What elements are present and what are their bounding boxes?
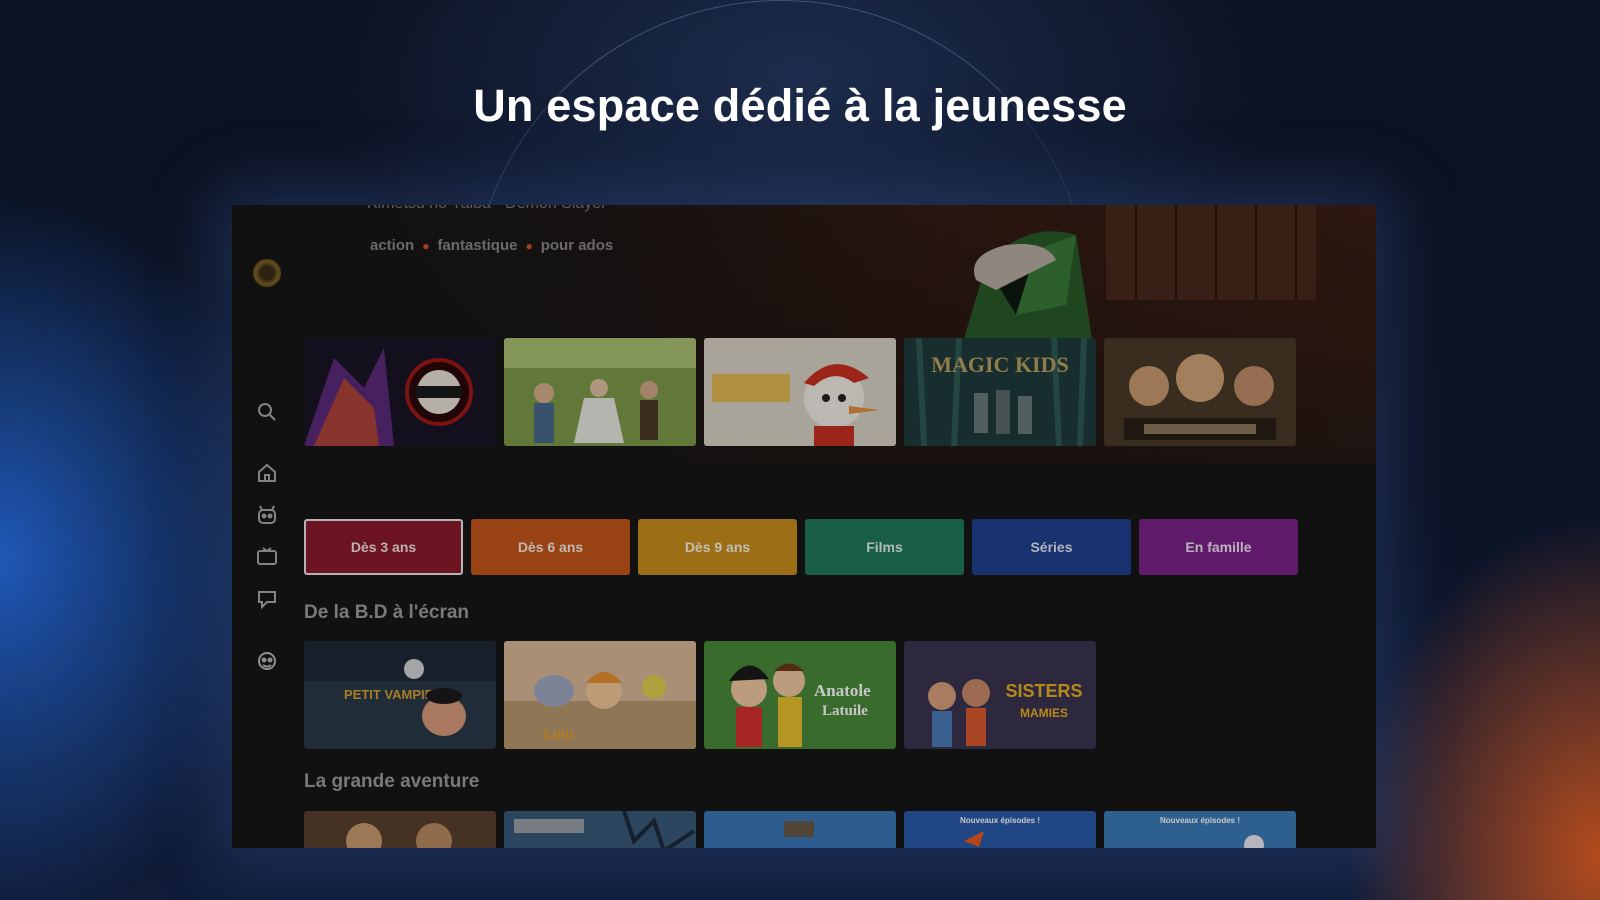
content-thumbnail[interactable]: [504, 811, 696, 848]
profile-avatar[interactable]: [253, 259, 281, 287]
home-icon[interactable]: [255, 461, 279, 485]
content-thumbnail[interactable]: Anatole Latuile: [704, 641, 896, 749]
sisters-artwork: SISTERS MAMIES: [904, 641, 1096, 749]
bd-row: PETIT VAMPIRE Lulu Anatole Latuile SISTE…: [304, 641, 1096, 749]
kids-icon[interactable]: [255, 503, 279, 527]
anatole-latuile-artwork: Anatole Latuile: [704, 641, 896, 749]
demon-slayer-artwork: [304, 338, 496, 446]
category-series-button[interactable]: Séries: [972, 519, 1131, 575]
magic-kids-artwork: MAGIC KIDS: [904, 338, 1096, 446]
sidebar: [232, 205, 302, 848]
episode-badge: Nouveaux épisodes !: [960, 816, 1040, 825]
adventure-thumbnail-artwork: [704, 811, 896, 848]
svg-text:Anatole: Anatole: [814, 681, 871, 700]
genre-separator: ●: [422, 238, 430, 253]
category-films-button[interactable]: Films: [805, 519, 964, 575]
chat-icon[interactable]: [255, 587, 279, 611]
category-buttons: Dès 3 ans Dès 6 ans Dès 9 ans Films Séri…: [304, 519, 1298, 575]
content-thumbnail[interactable]: [704, 811, 896, 848]
genre-tag: action: [370, 237, 415, 254]
content-thumbnail[interactable]: SISTERS MAMIES: [904, 641, 1096, 749]
featured-thumbnail[interactable]: [704, 338, 896, 446]
genre-tag: fantastique: [437, 237, 518, 254]
app-screen: Kimetsu no Yaiba - Demon Slayer action ●…: [232, 205, 1376, 848]
tv-icon[interactable]: [255, 545, 279, 569]
category-des-3-ans-button[interactable]: Dès 3 ans: [304, 519, 463, 575]
adventure-film-artwork: [1104, 338, 1296, 446]
featured-thumbnail[interactable]: [504, 338, 696, 446]
section-title: La grande aventure: [304, 771, 480, 792]
svg-text:MAGIC KIDS: MAGIC KIDS: [931, 352, 1069, 377]
adventure-thumbnail-artwork: [504, 811, 696, 848]
section-title: De la B.D à l'écran: [304, 602, 470, 623]
category-des-6-ans-button[interactable]: Dès 6 ans: [471, 519, 630, 575]
episode-badge: Nouveaux épisodes !: [1160, 816, 1240, 825]
promo-headline: Un espace dédié à la jeunesse: [473, 80, 1127, 131]
content-thumbnail[interactable]: Nouveaux épisodes !: [1104, 811, 1296, 848]
lulu-artwork: Lulu: [504, 641, 696, 749]
adventure-thumbnail-artwork: Nouveaux épisodes !: [1104, 811, 1296, 848]
anne-green-gables-artwork: [504, 338, 696, 446]
svg-text:MAMIES: MAMIES: [1020, 706, 1068, 720]
petit-vampire-artwork: PETIT VAMPIRE: [304, 641, 496, 749]
category-des-9-ans-button[interactable]: Dès 9 ans: [638, 519, 797, 575]
adventure-thumbnail-artwork: Nouveaux épisodes !: [904, 811, 1096, 848]
settings-icon[interactable]: [255, 649, 279, 673]
hero-genres: action ● fantastique ● pour ados: [370, 237, 613, 254]
category-en-famille-button[interactable]: En famille: [1139, 519, 1298, 575]
featured-thumbnail[interactable]: [1104, 338, 1296, 446]
content-thumbnail[interactable]: Lulu: [504, 641, 696, 749]
adventure-row: Nouveaux épisodes ! Nouveaux épisodes !: [304, 811, 1296, 848]
genre-tag: pour ados: [540, 237, 614, 254]
hero-title: Kimetsu no Yaiba - Demon Slayer: [367, 205, 607, 213]
genre-separator: ●: [525, 238, 533, 253]
content-thumbnail[interactable]: Nouveaux épisodes !: [904, 811, 1096, 848]
content-thumbnail[interactable]: PETIT VAMPIRE: [304, 641, 496, 749]
featured-thumbnail[interactable]: [304, 338, 496, 446]
svg-text:SISTERS: SISTERS: [1005, 681, 1082, 701]
adventure-thumbnail-artwork: [304, 811, 496, 848]
featured-thumbnail[interactable]: MAGIC KIDS: [904, 338, 1096, 446]
svg-text:Latuile: Latuile: [822, 703, 868, 719]
pinocchio-artwork: [704, 338, 896, 446]
content-thumbnail[interactable]: [304, 811, 496, 848]
search-icon[interactable]: [255, 400, 279, 424]
featured-row: MAGIC KIDS: [304, 338, 1296, 446]
svg-text:Lulu: Lulu: [544, 726, 574, 742]
